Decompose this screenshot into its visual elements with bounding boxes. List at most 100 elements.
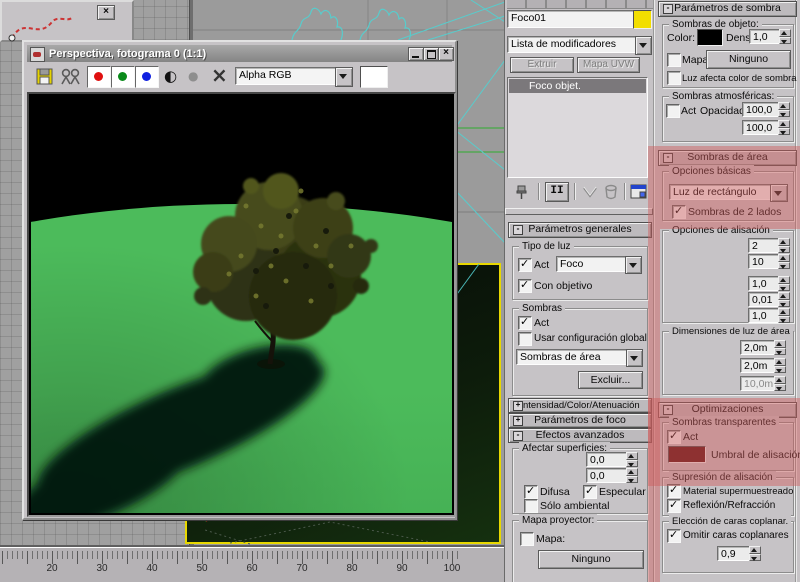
transparent-on-checkbox[interactable]: ✓ [667,429,681,444]
aa-row-spinner[interactable] [778,254,790,269]
spinner-down-icon[interactable] [626,459,638,467]
spinner-up-icon[interactable] [778,120,790,128]
contrast-field[interactable]: 0,0 [586,452,628,467]
two-sided-checkbox[interactable]: ✓ [672,204,686,219]
red-channel-button[interactable] [87,66,111,88]
supersampled-checkbox[interactable]: ✓ [667,483,681,498]
spinner-up-icon[interactable] [774,358,786,366]
aa-row-spinner[interactable] [778,292,790,307]
extrude-button[interactable]: Extruir [510,57,574,73]
clear-image-icon[interactable]: × [211,63,228,87]
collapse-icon[interactable]: - [513,225,523,235]
dim-row-spinner[interactable] [774,358,786,373]
density-field[interactable]: 1,0 [749,29,781,44]
area-light-mode-arrow[interactable] [770,184,788,202]
aa-row-spinner[interactable] [778,238,790,253]
expand-icon[interactable]: + [513,416,523,426]
spinner-up-icon[interactable] [749,546,761,554]
opacity-spinner[interactable] [778,102,790,117]
channel-dropdown[interactable]: Alpha RGB [235,67,336,85]
close-button[interactable]: × [438,47,454,61]
opacity-field[interactable]: 100,0 [742,102,780,117]
spinner-down-icon[interactable] [778,109,790,117]
aa-row-spinner[interactable] [778,308,790,323]
exclude-button[interactable]: Excluir... [578,371,643,389]
blue-channel-button[interactable] [135,66,159,88]
spinner-up-icon[interactable] [778,308,790,316]
spinner-down-icon[interactable] [778,261,790,269]
stack-item-selected[interactable]: Foco objet. [509,79,646,93]
spinner-up-icon[interactable] [778,276,790,284]
atmos-on-checkbox[interactable] [666,104,680,118]
specular-checkbox[interactable]: ✓ [583,484,597,499]
make-unique-icon[interactable] [582,186,598,200]
spinner-down-icon[interactable] [749,553,761,561]
rollout-shadow-params[interactable]: - Parámetros de sombra [658,1,797,17]
shadow-map-none-button[interactable]: Ninguno [706,50,791,69]
alpha-channel-icon[interactable]: ● [188,67,198,86]
map-uvw-button[interactable]: Mapa UVW [577,57,640,73]
clone-window-icon[interactable] [60,68,82,85]
contrast-spinner[interactable] [626,452,638,467]
spinner-down-icon[interactable] [774,347,786,355]
shadow-color-swatch[interactable] [697,29,723,46]
spinner-down-icon[interactable] [778,283,790,291]
aa-row-field[interactable]: 1,0 [748,276,780,291]
track-bar[interactable]: 20 30 40 50 60 70 80 90 100 [0,547,505,582]
light-affects-checkbox[interactable] [667,71,681,85]
dim-row-field[interactable]: 2,0m [740,358,776,373]
spinner-down-icon[interactable] [778,245,790,253]
spinner-up-icon[interactable] [626,452,638,460]
rollout-advanced-effects[interactable]: - Efectos avanzados [508,428,652,443]
color-amount-spinner[interactable] [778,120,790,135]
shadows-on-checkbox[interactable]: ✓ [518,315,532,330]
spinner-up-icon[interactable] [774,376,786,384]
dim-row-spinner[interactable] [774,376,786,391]
object-name-field[interactable]: Foco01 [507,10,634,28]
aa-threshold-swatch[interactable] [668,446,706,463]
dim-row-spinner[interactable] [774,340,786,355]
use-global-checkbox[interactable] [518,332,532,346]
save-bitmap-icon[interactable] [36,68,54,85]
projector-map-none-button[interactable]: Ninguno [538,550,644,569]
shadow-type-dropdown[interactable]: Sombras de área [516,349,630,365]
aa-row-field[interactable]: 10 [748,254,780,269]
modifier-list-arrow[interactable] [635,36,652,55]
light-type-arrow[interactable] [625,256,642,274]
collapse-icon[interactable]: - [663,153,673,163]
ambient-only-checkbox[interactable] [524,499,538,513]
spinner-down-icon[interactable] [779,36,791,44]
spinner-down-icon[interactable] [778,299,790,307]
pin-stack-icon[interactable] [515,184,529,200]
reflection-checkbox[interactable]: ✓ [667,498,681,513]
object-color-swatch[interactable] [633,10,652,29]
skip-coplanar-checkbox[interactable]: ✓ [667,528,681,543]
spinner-down-icon[interactable] [774,365,786,373]
targeted-checkbox[interactable]: ✓ [518,278,532,293]
spinner-up-icon[interactable] [778,254,790,262]
modifier-list-dropdown[interactable]: Lista de modificadores [507,36,636,53]
spinner-down-icon[interactable] [774,383,786,391]
coplanar-threshold-spinner[interactable] [749,546,761,561]
projector-map-checkbox[interactable] [520,532,534,546]
light-type-dropdown[interactable]: Foco [556,256,630,272]
aa-row-field[interactable]: 1,0 [748,308,780,323]
configure-modifier-sets-icon[interactable] [630,184,648,200]
dim-row-field[interactable]: 2,0m [740,340,776,355]
expand-icon[interactable]: + [513,401,523,411]
remove-modifier-icon[interactable] [604,184,618,200]
rollout-area-shadows[interactable]: - Sombras de área [658,150,797,166]
spinner-up-icon[interactable] [779,29,791,37]
aa-row-field[interactable]: 0,01 [748,292,780,307]
aa-row-spinner[interactable] [778,276,790,291]
coplanar-threshold-field[interactable]: 0,9 [717,546,751,561]
spinner-up-icon[interactable] [778,292,790,300]
diffuse-checkbox[interactable]: ✓ [524,484,538,499]
collapse-icon[interactable]: - [663,405,673,415]
rollout-spot-params[interactable]: + Parámetros de foco [508,413,652,428]
show-end-result-button[interactable]: II [545,182,569,202]
command-panel-tabs[interactable] [507,0,653,9]
green-channel-button[interactable] [111,66,135,88]
light-on-checkbox[interactable]: ✓ [518,257,532,272]
color-amount-field[interactable]: 100,0 [742,120,780,135]
